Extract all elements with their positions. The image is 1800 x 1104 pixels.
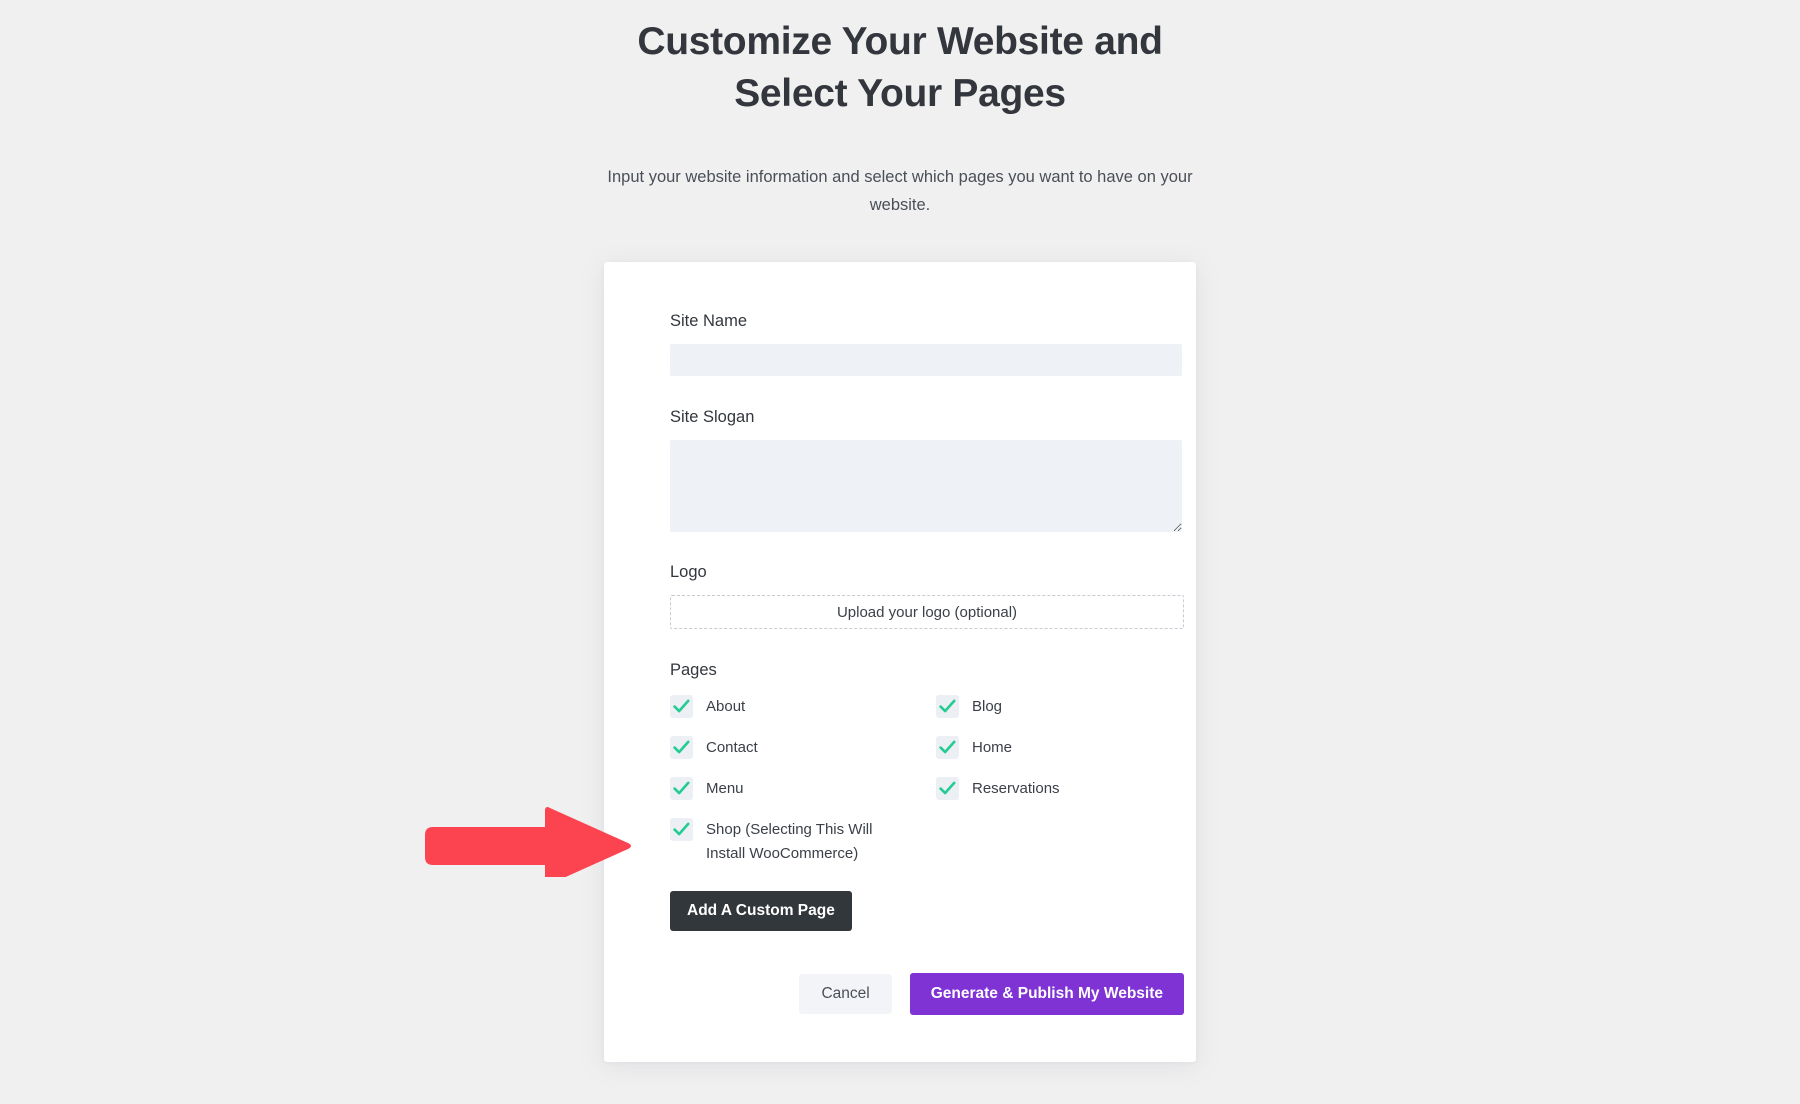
page-checkbox-row: Shop (Selecting This Will Install WooCom… — [670, 818, 1184, 866]
site-name-field-group: Site Name — [670, 310, 1182, 376]
logo-label: Logo — [670, 563, 707, 581]
page-checkbox-label: Reservations — [972, 780, 1060, 797]
page-checkbox-label: Shop (Selecting This Will Install WooCom… — [706, 821, 873, 862]
checkbox-checked-icon[interactable] — [936, 695, 959, 718]
cancel-button[interactable]: Cancel — [799, 974, 892, 1014]
page-checkbox-item-shop[interactable]: Shop (Selecting This Will Install WooCom… — [670, 818, 936, 866]
logo-upload-text: Upload your logo (optional) — [836, 603, 1018, 621]
page-checkbox-item-contact[interactable]: Contact — [670, 736, 936, 760]
site-slogan-textarea[interactable] — [670, 440, 1182, 532]
checkbox-checked-icon[interactable] — [670, 777, 693, 800]
checkbox-checked-icon[interactable] — [670, 736, 693, 759]
generate-publish-button[interactable]: Generate & Publish My Website — [909, 973, 1184, 1015]
page-checkbox-item-blog[interactable]: Blog — [936, 695, 1184, 719]
site-name-input[interactable] — [670, 344, 1182, 376]
checkbox-checked-icon[interactable] — [670, 695, 693, 718]
page-checkbox-item-home[interactable]: Home — [936, 736, 1184, 760]
page-checkbox-item-menu[interactable]: Menu — [670, 777, 936, 801]
checkbox-checked-icon[interactable] — [936, 736, 959, 759]
page-checkbox-row: About Blog — [670, 695, 1184, 719]
page-checkbox-label: About — [706, 698, 746, 715]
form-actions: Cancel Generate & Publish My Website — [670, 973, 1184, 1015]
page-checkbox-label: Blog — [972, 698, 1003, 715]
page-checkbox-item-reservations[interactable]: Reservations — [936, 777, 1184, 801]
checkbox-checked-icon[interactable] — [936, 777, 959, 800]
page-root: Customize Your Website and Select Your P… — [0, 0, 1800, 1104]
page-title: Customize Your Website and Select Your P… — [637, 20, 1163, 115]
pages-checkbox-grid: About Blog Contact Home Menu Reservations Shop… — [670, 695, 1184, 866]
page-header: Customize Your Website and Select Your P… — [0, 0, 1800, 219]
page-checkbox-row: Contact Home — [670, 736, 1184, 760]
site-slogan-label: Site Slogan — [670, 408, 755, 426]
pages-field-group: Pages About Blog Contact Home Menu Reservatio… — [670, 659, 1130, 866]
logo-upload-dropzone[interactable]: Upload your logo (optional) — [670, 595, 1184, 629]
checkbox-checked-icon[interactable] — [670, 818, 693, 841]
site-name-label: Site Name — [670, 312, 748, 330]
logo-field-group: Logo Upload your logo (optional) — [670, 561, 1184, 629]
page-checkbox-label: Home — [972, 739, 1013, 756]
page-checkbox-item-about[interactable]: About — [670, 695, 936, 719]
customize-form-card: Site Name Site Slogan Logo Upload your l… — [604, 262, 1196, 1062]
add-custom-page-button[interactable]: Add A Custom Page — [670, 891, 852, 931]
page-checkbox-row: Menu Reservations — [670, 777, 1184, 801]
page-checkbox-label: Menu — [706, 780, 744, 797]
site-slogan-field-group: Site Slogan — [670, 406, 1182, 532]
pages-label: Pages — [670, 661, 717, 679]
page-checkbox-label: Contact — [706, 739, 758, 756]
page-subtitle: Input your website information and selec… — [607, 168, 1193, 214]
